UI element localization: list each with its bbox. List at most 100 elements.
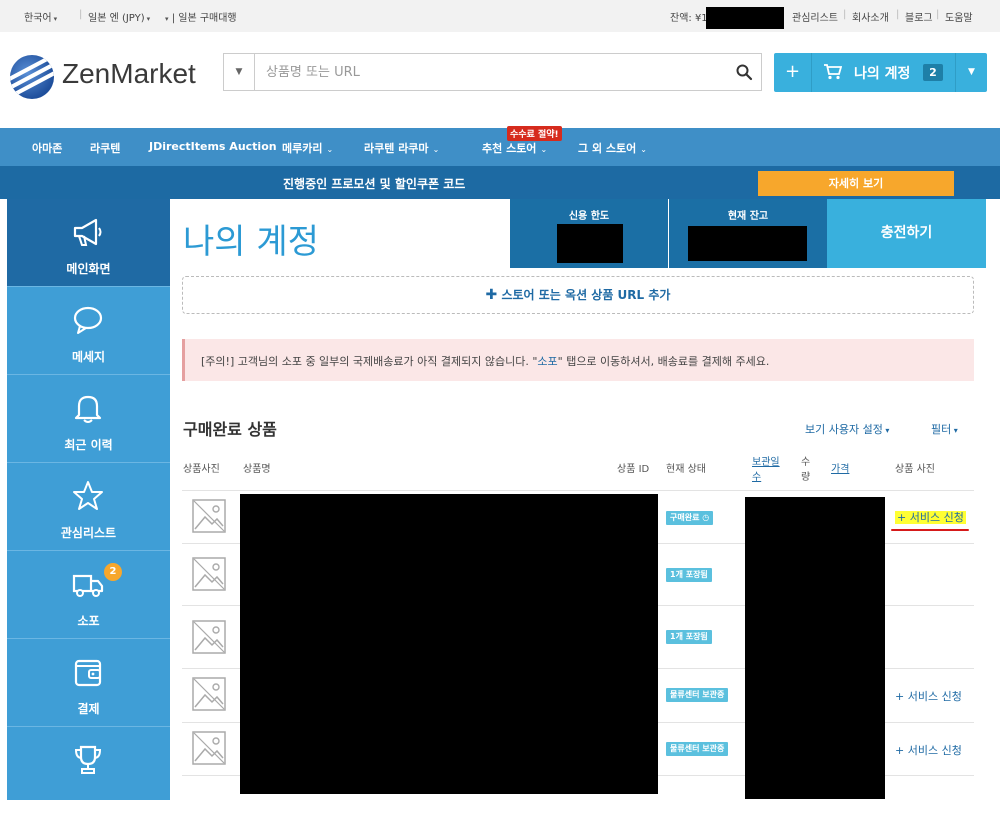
divider: | [896,9,900,20]
status-badge: 물류센터 보관중 [666,742,729,756]
section-title: 구매완료 상품 [183,420,277,439]
divider [182,490,974,491]
highlight-underline [891,529,969,531]
search-icon[interactable] [735,63,753,81]
column-header-price[interactable]: 가격 [831,460,849,475]
promo-details-button[interactable]: 자세히 보기 [758,171,954,196]
image-placeholder-icon[interactable] [192,620,226,654]
status-badge: 1개 포장됨 [666,630,712,644]
my-account-button[interactable]: + 나의 계정 2 ▼ [774,53,987,92]
image-placeholder-icon[interactable] [192,677,226,711]
search-type-dropdown[interactable]: ▼ [224,54,255,90]
nav-item-other-stores[interactable]: 그 외 스토어 ⌄ [578,140,647,156]
wishlist-link-label: 관심리스트 [792,13,838,24]
add-url-button[interactable]: ✚ 스토어 또는 옥션 상품 URL 추가 [182,276,974,314]
wallet-icon [74,659,102,687]
sidebar-item-parcels[interactable]: 2 소포 [7,551,170,639]
caret-down-icon: ▾ [165,15,169,23]
sidebar-item-main[interactable]: 메인화면 [7,199,170,287]
megaphone-icon [73,218,102,246]
service-selector[interactable]: ▾ | 일본 구매대행 [163,9,237,24]
credit-limit-panel: 신용 한도 [510,199,668,268]
logo-text[interactable]: ZenMarket [62,58,196,90]
speech-bubble-icon [73,306,103,334]
sidebar-item-label: 최근 이력 [64,438,113,452]
language-selector[interactable]: 한국어 ▾ [24,9,57,24]
sidebar-item-label: 메세지 [71,350,106,364]
credit-limit-label: 신용 한도 [568,211,610,222]
service-request-link[interactable]: + 서비스 신청 [895,688,962,704]
caret-down-icon: ▾ [951,426,958,435]
nav-label: 추천 스토어 [482,142,537,155]
sidebar-item-payment[interactable]: 결제 [7,639,170,727]
nav-item-mercari[interactable]: 메루카리 ⌄ [282,140,333,156]
cart-icon [824,64,842,80]
storage-days-line1: 보관일 [752,457,780,468]
help-link[interactable]: 도움말 [945,9,973,24]
nav-item-recommended-stores[interactable]: 추천 스토어 ⌄ [482,140,547,156]
divider: | [843,9,847,20]
sidebar-item-recent-history[interactable]: 최근 이력 [7,375,170,463]
zenmarket-logo-icon[interactable] [10,55,54,99]
notice-text: [주의!] 고객님의 소포 중 일부의 국제배송료가 아직 결제되지 않습니다.… [201,353,769,369]
about-link[interactable]: 회사소개 [852,9,889,24]
column-header-storage-days[interactable]: 보관일 수 [752,453,780,483]
sidebar-item-label: 결제 [77,702,100,716]
divider: | [936,9,940,20]
top-utility-bar: 한국어 ▾ | 일본 엔 (JPY) ▾ ▾ | 일본 구매대행 잔액: ¥1 관심… [0,0,1000,32]
service-request-link[interactable]: + 서비스 신청 [895,509,966,525]
caret-down-icon: ▾ [882,426,890,435]
sidebar-item-label: 관심리스트 [60,526,117,540]
search-bar: ▼ [223,53,762,91]
filter-dropdown[interactable]: 필터 ▾ [931,421,958,437]
currency-selector[interactable]: 일본 엔 (JPY) ▾ [88,9,150,24]
image-placeholder-icon[interactable] [192,731,226,765]
sidebar-item-wishlist[interactable]: 관심리스트 [7,463,170,551]
status-badge: 1개 포장됨 [666,568,712,582]
sidebar-item-label: 메인화면 [66,262,111,276]
charge-button[interactable]: 충전하기 [827,199,986,268]
nav-item-rakuma[interactable]: 라쿠텐 라쿠마 ⌄ [364,140,439,156]
view-settings-dropdown[interactable]: 보기 사용자 설정 ▾ [805,421,889,437]
plus-icon: ✚ [485,287,498,303]
blog-link[interactable]: 블로그 [905,9,933,24]
help-link-label: 도움말 [945,13,973,24]
chevron-down-icon: ⌄ [540,145,548,154]
image-placeholder-icon[interactable] [192,499,226,533]
redacted-product-names [240,494,658,794]
service-label: 일본 구매대행 [178,13,237,24]
page-title: 나의 계정 [183,222,319,262]
plus-icon[interactable]: + [774,53,812,92]
promo-text: 진행중인 프로모션 및 할인쿠폰 코드 [283,177,466,191]
star-icon [73,481,103,510]
chevron-down-icon: ▼ [235,67,243,77]
language-label: 한국어 [24,13,52,24]
parcel-count-badge: 2 [104,563,122,581]
image-placeholder-icon[interactable] [192,557,226,591]
wishlist-link[interactable]: 관심리스트 [792,9,838,24]
currency-label: 일본 엔 (JPY) [88,13,145,24]
account-dropdown-toggle[interactable]: ▼ [955,53,987,92]
my-account-label: 나의 계정 [854,66,911,82]
balance-label: 잔액: ¥1 [670,13,708,24]
nav-label: 아마존 [32,142,63,155]
nav-item-jdirectitems[interactable]: JDirectItems Auction [149,140,277,153]
cart-count-badge: 2 [923,64,943,81]
promo-bar: 진행중인 프로모션 및 할인쿠폰 코드 자세히 보기 [0,166,1000,199]
nav-item-amazon[interactable]: 아마존 [32,140,62,156]
main-nav: 아마존 라쿠텐 JDirectItems Auction 메루카리 ⌄ 라쿠텐 라… [0,128,1000,166]
nav-label: 메루카리 [282,142,323,155]
sidebar-item-messages[interactable]: 메세지 [7,287,170,375]
quantity-line1: 수 [801,457,811,468]
nav-label: 그 외 스토어 [578,142,637,155]
service-request-link[interactable]: + 서비스 신청 [895,742,962,758]
notice-prefix: [주의!] 고객님의 소포 중 일부의 국제배송료가 아직 결제되지 않습니다.… [201,355,538,368]
search-input[interactable] [266,54,706,90]
status-badge: 물류센터 보관중 [666,688,729,702]
sidebar-item-rewards[interactable] [7,727,170,815]
clock-icon: ◷ [702,513,710,522]
bell-icon [74,395,102,423]
nav-item-rakuten[interactable]: 라쿠텐 [90,140,120,156]
parcel-tab-link[interactable]: 소포 [537,355,557,368]
caret-down-icon: ▾ [53,15,58,23]
